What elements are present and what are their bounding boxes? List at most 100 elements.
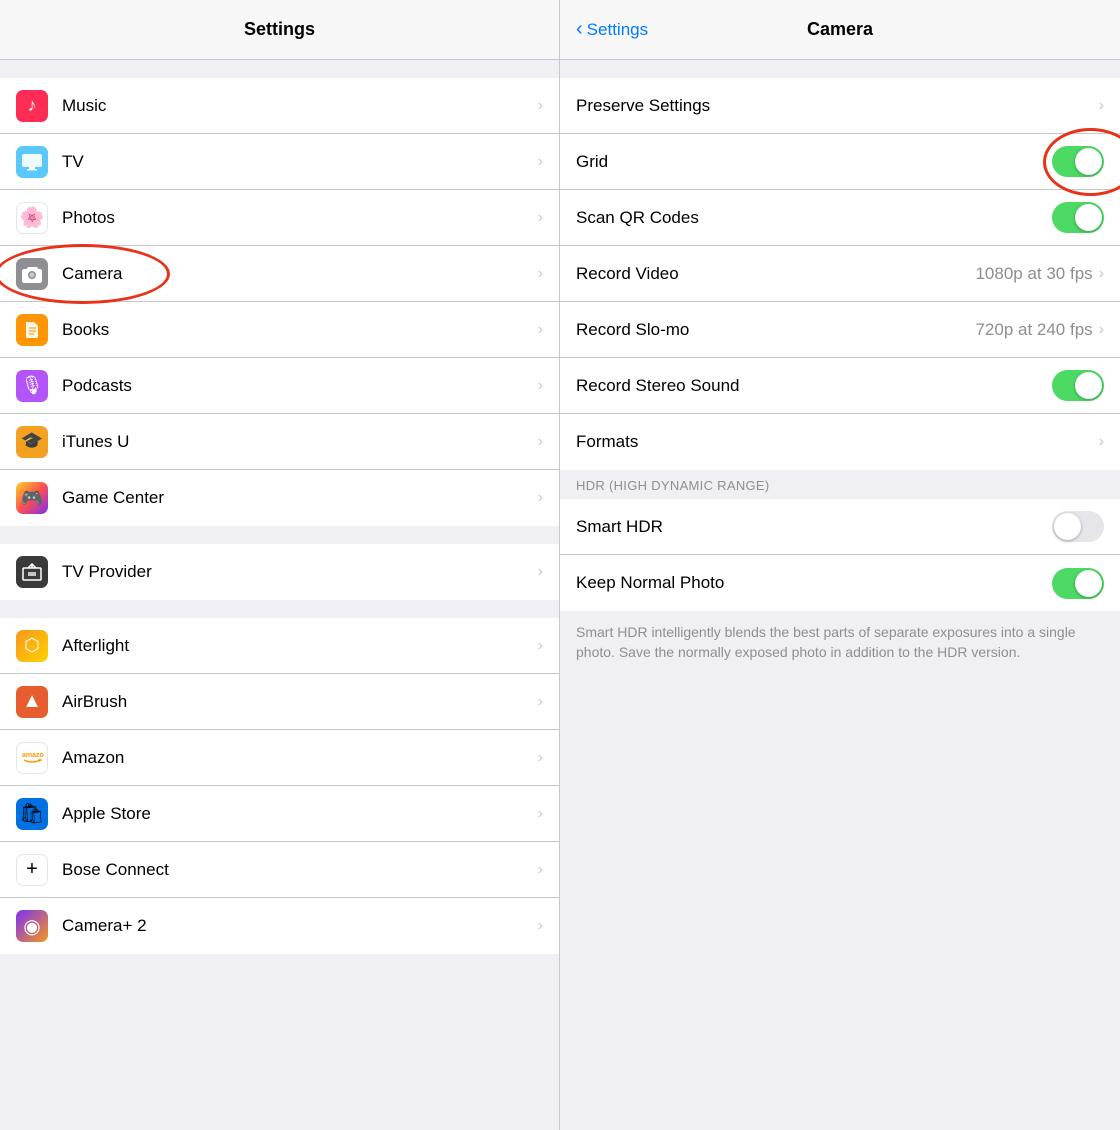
record-video-row[interactable]: Record Video 1080p at 30 fps › <box>560 246 1120 302</box>
camera-title: Camera <box>807 19 873 40</box>
afterlight-icon: ⬡ <box>16 630 48 662</box>
podcasts-chevron: › <box>538 377 543 395</box>
tv-provider-chevron: › <box>538 563 543 581</box>
bose-label: Bose Connect <box>62 860 530 880</box>
scan-qr-toggle[interactable] <box>1052 202 1104 233</box>
record-slo-mo-label: Record Slo-mo <box>576 320 975 340</box>
tv-provider-group: TV Provider › <box>0 544 559 600</box>
left-title: Settings <box>244 19 315 40</box>
settings-row-tv-provider[interactable]: TV Provider › <box>0 544 559 600</box>
tv-label: TV <box>62 152 530 172</box>
tv-provider-icon <box>16 556 48 588</box>
keep-normal-photo-toggle[interactable] <box>1052 568 1104 599</box>
smart-hdr-row[interactable]: Smart HDR <box>560 499 1120 555</box>
itunes-u-chevron: › <box>538 433 543 451</box>
itunes-u-label: iTunes U <box>62 432 530 452</box>
bose-chevron: › <box>538 861 543 879</box>
right-top-separator <box>560 60 1120 78</box>
camera-icon <box>16 258 48 290</box>
settings-row-camera2[interactable]: ◉ Camera+ 2 › <box>0 898 559 954</box>
back-chevron-icon: ‹ <box>576 18 583 41</box>
settings-row-game-center[interactable]: 🎮 Game Center › <box>0 470 559 526</box>
settings-row-airbrush[interactable]: ▲ AirBrush › <box>0 674 559 730</box>
scan-qr-label: Scan QR Codes <box>576 208 1052 228</box>
formats-row[interactable]: Formats › <box>560 414 1120 470</box>
keep-normal-photo-label: Keep Normal Photo <box>576 573 1052 593</box>
smart-hdr-label: Smart HDR <box>576 517 1052 537</box>
amazon-icon: amazon <box>16 742 48 774</box>
svg-text:amazon: amazon <box>22 752 44 759</box>
podcasts-label: Podcasts <box>62 376 530 396</box>
formats-label: Formats <box>576 432 1099 452</box>
camera-chevron: › <box>538 265 543 283</box>
hdr-note: Smart HDR intelligently blends the best … <box>560 611 1120 674</box>
game-center-chevron: › <box>538 489 543 507</box>
afterlight-label: Afterlight <box>62 636 530 656</box>
hdr-settings-group: Smart HDR Keep Normal Photo <box>560 499 1120 611</box>
music-label: Music <box>62 96 530 116</box>
separator-2 <box>0 600 559 618</box>
right-panel: ‹ Settings Camera Preserve Settings › Gr… <box>560 0 1120 1130</box>
formats-chevron: › <box>1099 433 1104 451</box>
settings-row-music[interactable]: ♪ Music › <box>0 78 559 134</box>
record-stereo-toggle[interactable] <box>1052 370 1104 401</box>
grid-toggle[interactable] <box>1052 146 1104 177</box>
preserve-settings-row[interactable]: Preserve Settings › <box>560 78 1120 134</box>
smart-hdr-toggle[interactable] <box>1052 511 1104 542</box>
settings-row-photos[interactable]: 🌸 Photos › <box>0 190 559 246</box>
scan-qr-row[interactable]: Scan QR Codes <box>560 190 1120 246</box>
keep-normal-photo-toggle-knob <box>1075 570 1102 597</box>
record-stereo-label: Record Stereo Sound <box>576 376 1052 396</box>
grid-row[interactable]: Grid <box>560 134 1120 190</box>
hdr-section-header: HDR (HIGH DYNAMIC RANGE) <box>560 470 1120 499</box>
books-label: Books <box>62 320 530 340</box>
record-stereo-row[interactable]: Record Stereo Sound <box>560 358 1120 414</box>
apple-store-chevron: › <box>538 805 543 823</box>
record-video-label: Record Video <box>576 264 975 284</box>
camera2-label: Camera+ 2 <box>62 916 530 936</box>
left-header: Settings <box>0 0 559 60</box>
books-icon <box>16 314 48 346</box>
settings-row-afterlight[interactable]: ⬡ Afterlight › <box>0 618 559 674</box>
music-chevron: › <box>538 97 543 115</box>
scan-qr-toggle-knob <box>1075 204 1102 231</box>
tv-provider-label: TV Provider <box>62 562 530 582</box>
settings-row-tv[interactable]: TV › <box>0 134 559 190</box>
keep-normal-photo-row[interactable]: Keep Normal Photo <box>560 555 1120 611</box>
apps-group: ⬡ Afterlight › ▲ AirBrush › amazon Amazo… <box>0 618 559 954</box>
settings-row-bose[interactable]: + Bose Connect › <box>0 842 559 898</box>
back-button[interactable]: ‹ Settings <box>576 18 648 41</box>
camera2-icon: ◉ <box>16 910 48 942</box>
record-stereo-toggle-knob <box>1075 372 1102 399</box>
apple-store-label: Apple Store <box>62 804 530 824</box>
airbrush-label: AirBrush <box>62 692 530 712</box>
apple-store-icon: 🛍 <box>16 798 48 830</box>
photos-chevron: › <box>538 209 543 227</box>
grid-label: Grid <box>576 152 1052 172</box>
game-center-icon: 🎮 <box>16 482 48 514</box>
camera-settings-header: ‹ Settings Camera <box>560 0 1120 60</box>
books-chevron: › <box>538 321 543 339</box>
photos-icon: 🌸 <box>16 202 48 234</box>
afterlight-chevron: › <box>538 637 543 655</box>
camera2-chevron: › <box>538 917 543 935</box>
preserve-settings-label: Preserve Settings <box>576 96 1099 116</box>
settings-row-camera[interactable]: Camera › <box>0 246 559 302</box>
bose-icon: + <box>16 854 48 886</box>
settings-row-books[interactable]: Books › <box>0 302 559 358</box>
smart-hdr-toggle-knob <box>1054 513 1081 540</box>
settings-row-apple-store[interactable]: 🛍 Apple Store › <box>0 786 559 842</box>
back-label: Settings <box>587 20 648 40</box>
music-icon: ♪ <box>16 90 48 122</box>
camera-settings-group: Preserve Settings › Grid Scan QR Codes R… <box>560 78 1120 470</box>
record-video-value: 1080p at 30 fps <box>975 264 1092 284</box>
tv-icon <box>16 146 48 178</box>
record-slo-mo-row[interactable]: Record Slo-mo 720p at 240 fps › <box>560 302 1120 358</box>
settings-row-amazon[interactable]: amazon Amazon › <box>0 730 559 786</box>
amazon-chevron: › <box>538 749 543 767</box>
grid-toggle-knob <box>1075 148 1102 175</box>
settings-row-podcasts[interactable]: 🎙 Podcasts › <box>0 358 559 414</box>
record-slo-mo-value: 720p at 240 fps <box>975 320 1092 340</box>
settings-row-itunes-u[interactable]: 🎓 iTunes U › <box>0 414 559 470</box>
left-panel: Settings ♪ Music › TV › 🌸 Photos › <box>0 0 560 1130</box>
